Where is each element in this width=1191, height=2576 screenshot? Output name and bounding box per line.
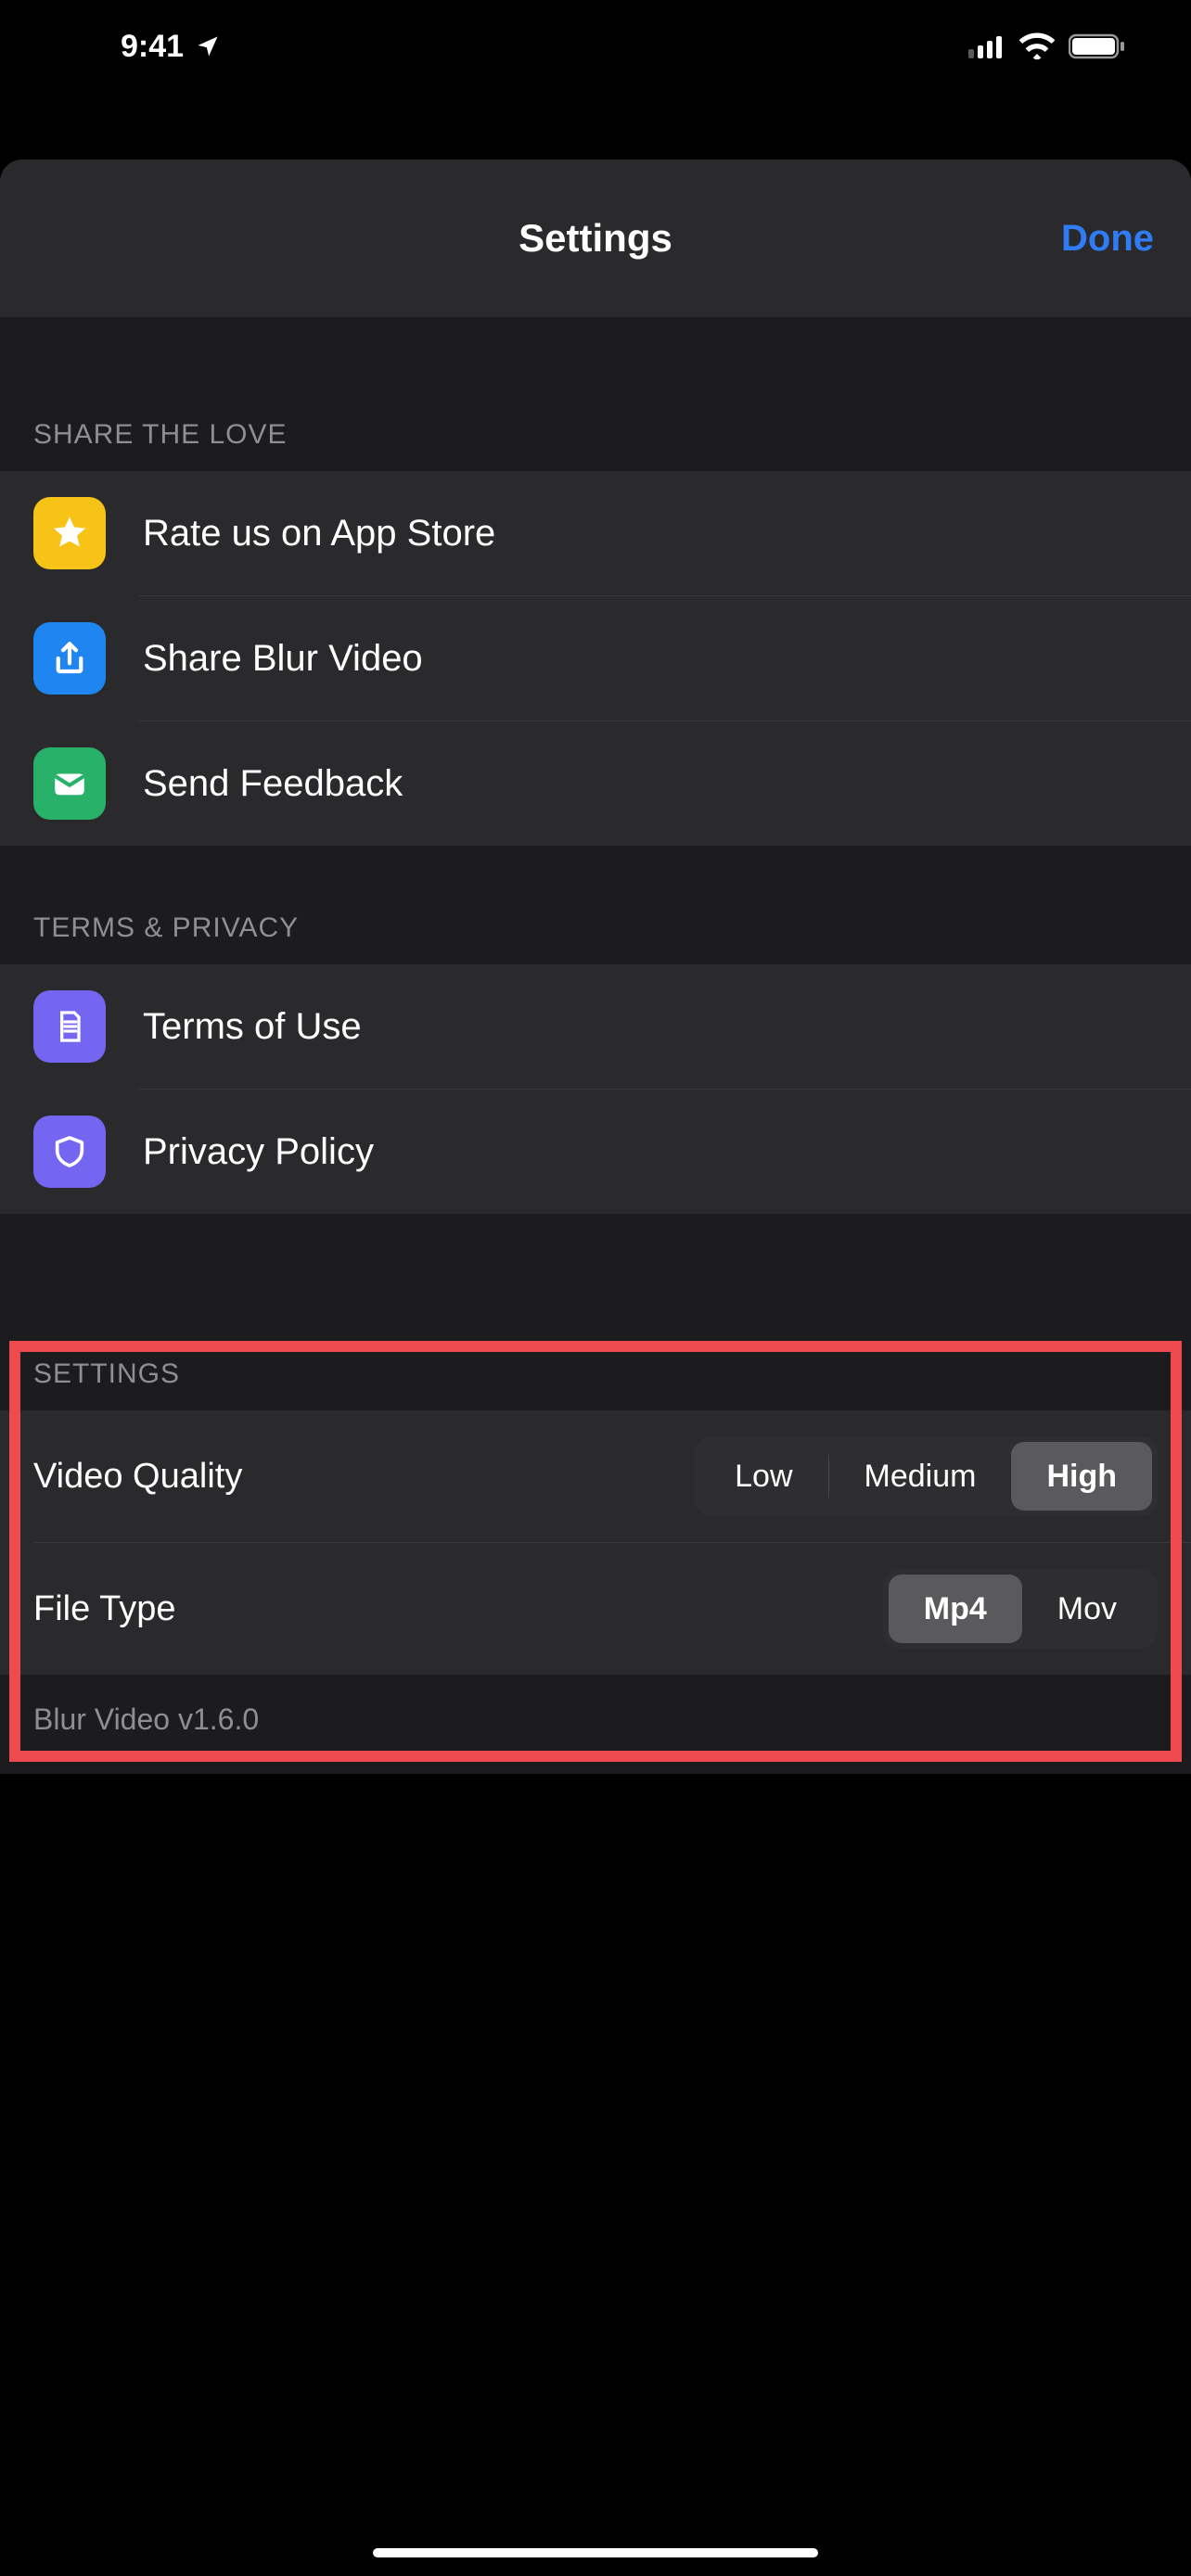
section-header-terms: TERMS & PRIVACY: [0, 846, 1191, 964]
mail-icon: [33, 747, 106, 820]
row-share-app[interactable]: Share Blur Video: [0, 596, 1191, 721]
row-label: Rate us on App Store: [143, 513, 495, 555]
row-label: Send Feedback: [143, 763, 403, 805]
section-header-share: SHARE THE LOVE: [0, 317, 1191, 471]
nav-title: Settings: [519, 216, 672, 261]
row-label: Terms of Use: [143, 1006, 362, 1048]
quality-option-high[interactable]: High: [1011, 1442, 1152, 1511]
group-share: Rate us on App Store Share Blur Video Se…: [0, 471, 1191, 846]
row-privacy-policy[interactable]: Privacy Policy: [0, 1090, 1191, 1214]
quality-option-medium[interactable]: Medium: [829, 1442, 1012, 1511]
status-time: 9:41: [121, 29, 184, 65]
row-file-type: File Type Mp4 Mov: [0, 1543, 1191, 1675]
status-bar: 9:41: [0, 0, 1191, 93]
row-video-quality: Video Quality Low Medium High: [0, 1410, 1191, 1542]
group-settings: Video Quality Low Medium High File Type …: [0, 1410, 1191, 1675]
group-terms: Terms of Use Privacy Policy: [0, 964, 1191, 1214]
row-label: Privacy Policy: [143, 1131, 374, 1173]
row-terms-of-use[interactable]: Terms of Use: [0, 964, 1191, 1089]
location-arrow-icon: [195, 33, 221, 59]
quality-option-low[interactable]: Low: [699, 1442, 827, 1511]
document-icon: [33, 990, 106, 1063]
settings-sheet: Settings Done SHARE THE LOVE Rate us on …: [0, 159, 1191, 1774]
video-quality-label: Video Quality: [33, 1457, 242, 1497]
video-quality-segmented[interactable]: Low Medium High: [694, 1436, 1158, 1516]
row-rate-app-store[interactable]: Rate us on App Store: [0, 471, 1191, 595]
file-type-segmented[interactable]: Mp4 Mov: [883, 1569, 1158, 1649]
home-indicator: [373, 2548, 818, 2557]
filetype-option-mov[interactable]: Mov: [1022, 1575, 1152, 1643]
battery-icon: [1069, 32, 1126, 60]
share-icon: [33, 622, 106, 695]
nav-bar: Settings Done: [0, 159, 1191, 317]
status-icons: [968, 32, 1126, 60]
done-button[interactable]: Done: [1061, 218, 1154, 260]
app-version-text: Blur Video v1.6.0: [0, 1675, 1191, 1774]
row-label: Share Blur Video: [143, 638, 423, 680]
section-header-settings: SETTINGS: [0, 1307, 1191, 1410]
shield-icon: [33, 1116, 106, 1188]
filetype-option-mp4[interactable]: Mp4: [889, 1575, 1022, 1643]
cellular-icon: [968, 34, 1005, 58]
row-send-feedback[interactable]: Send Feedback: [0, 721, 1191, 846]
wifi-icon: [1018, 32, 1056, 60]
file-type-label: File Type: [33, 1589, 175, 1629]
status-time-group: 9:41: [121, 29, 221, 65]
star-icon: [33, 497, 106, 569]
